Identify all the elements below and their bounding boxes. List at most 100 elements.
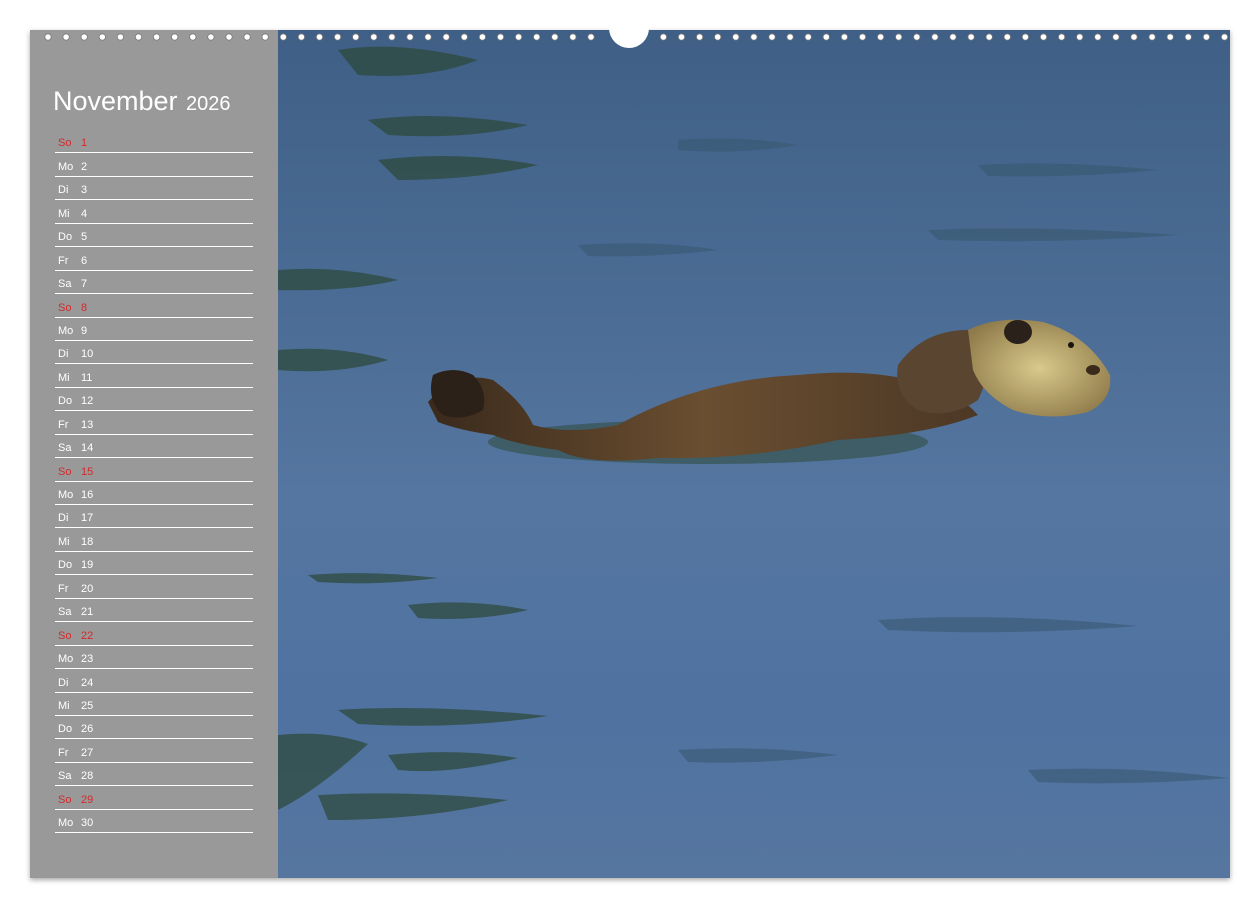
binding-hole: [695, 33, 704, 41]
day-row: Di 3: [55, 177, 253, 201]
binding-hole: [370, 33, 378, 41]
day-number: 20: [81, 582, 94, 595]
day-number: 2: [81, 160, 88, 173]
day-row: Mo 9: [55, 318, 253, 341]
binding-hole: [460, 33, 468, 41]
day-number: 9: [81, 324, 88, 337]
weekday-label: Do: [58, 231, 73, 244]
day-row: Fr 6: [55, 247, 253, 271]
binding-hole: [279, 33, 287, 41]
binding-hole: [786, 33, 794, 41]
weekday-label: Do: [58, 559, 73, 572]
binding-hole: [949, 33, 957, 41]
weekday-label: So: [58, 465, 72, 478]
binding-hole: [424, 33, 432, 41]
day-row: Di 24: [55, 669, 253, 693]
day-number: 5: [81, 231, 88, 244]
binding-hole: [98, 33, 106, 41]
weekday-label: Mi: [58, 371, 70, 384]
day-number: 14: [81, 442, 94, 455]
weekday-label: Fr: [58, 746, 69, 759]
binding-hole: [1220, 33, 1229, 41]
weekday-label: Sa: [58, 770, 72, 783]
binding-hole: [478, 33, 486, 41]
weekday-label: Mo: [58, 489, 74, 501]
day-row: So 29: [55, 786, 253, 810]
binding-hole: [1184, 33, 1192, 41]
day-number: 19: [81, 559, 94, 572]
weekday-label: Mi: [58, 207, 70, 220]
binding-hole: [1130, 33, 1138, 41]
binding-hole: [551, 33, 559, 41]
day-row: Do 12: [55, 388, 253, 412]
binding-hole: [876, 33, 885, 41]
binding-hole: [261, 33, 269, 41]
weekday-label: Fr: [58, 582, 69, 595]
weekday-label: Mo: [58, 160, 74, 173]
day-number: 28: [81, 770, 94, 783]
binding-hole: [985, 33, 993, 41]
day-number: 22: [81, 629, 94, 642]
day-number: 4: [81, 207, 88, 220]
weekday-label: Di: [58, 676, 69, 689]
day-number: 10: [81, 348, 94, 361]
day-number: 15: [81, 465, 94, 478]
day-row: So 15: [55, 458, 253, 482]
day-number: 26: [81, 723, 94, 736]
day-row: Di 17: [55, 505, 253, 529]
binding-hole: [297, 33, 305, 41]
weekday-label: Mo: [58, 817, 74, 830]
binding-hole: [840, 33, 849, 41]
calendar-sidebar: November 2026 So 1 Mo 2 Di 3 Mi 4 Do 5 Fr 6 Sa 7 So 8 Mo…: [30, 30, 278, 878]
weekday-label: Mo: [58, 324, 74, 337]
binding-hole: [677, 33, 686, 41]
binding-hole: [822, 33, 830, 41]
day-row: Mi 4: [55, 200, 253, 224]
day-row: Mo 2: [55, 153, 253, 177]
day-row: So 8: [55, 294, 253, 318]
weekday-label: Mi: [58, 699, 70, 712]
binding-hole: [569, 33, 577, 41]
weekday-label: Sa: [58, 606, 72, 619]
day-row: Mi 25: [55, 693, 253, 716]
binding-hole: [1058, 33, 1066, 41]
binding-hole: [714, 33, 722, 41]
weekday-label: Sa: [58, 278, 72, 291]
binding-hole: [587, 33, 595, 41]
day-number: 3: [81, 184, 88, 197]
binding-hole: [1076, 33, 1084, 41]
binding-hole: [207, 33, 215, 41]
day-row: Do 26: [55, 716, 253, 740]
binding-hole: [514, 33, 523, 41]
day-row: So 22: [55, 622, 253, 646]
binding-hole: [352, 33, 360, 41]
day-row: Mi 18: [55, 528, 253, 552]
binding-hole: [62, 33, 70, 41]
day-number: 18: [81, 535, 94, 548]
calendar-page: November 2026 So 1 Mo 2 Di 3 Mi 4 Do 5 Fr 6 Sa 7 So 8 Mo…: [30, 30, 1230, 878]
binding-hole: [153, 33, 161, 41]
day-number: 27: [81, 746, 94, 759]
day-row: Di 10: [55, 341, 253, 365]
photo-artwork: [278, 46, 1228, 820]
binding-hole: [1021, 33, 1030, 41]
day-row: Sa 7: [55, 271, 253, 295]
day-row: So 1: [55, 130, 253, 154]
weekday-label: Fr: [58, 418, 69, 431]
weekday-label: Di: [58, 348, 69, 361]
binding-hole: [44, 33, 52, 41]
binding-hole: [333, 33, 342, 41]
binding-hole: [931, 33, 939, 41]
day-row: Sa 14: [55, 435, 253, 459]
day-row: Mo 23: [55, 646, 253, 670]
binding-hole: [1003, 33, 1011, 41]
year: 2026: [186, 93, 231, 115]
day-number: 17: [81, 512, 94, 525]
day-row: Mo 16: [55, 482, 253, 505]
day-number: 12: [81, 395, 94, 408]
month-name: November: [53, 86, 178, 116]
weekday-label: So: [58, 137, 72, 150]
binding-hole: [1148, 33, 1156, 41]
binding-hole: [804, 33, 812, 41]
binding-hole: [315, 33, 324, 41]
